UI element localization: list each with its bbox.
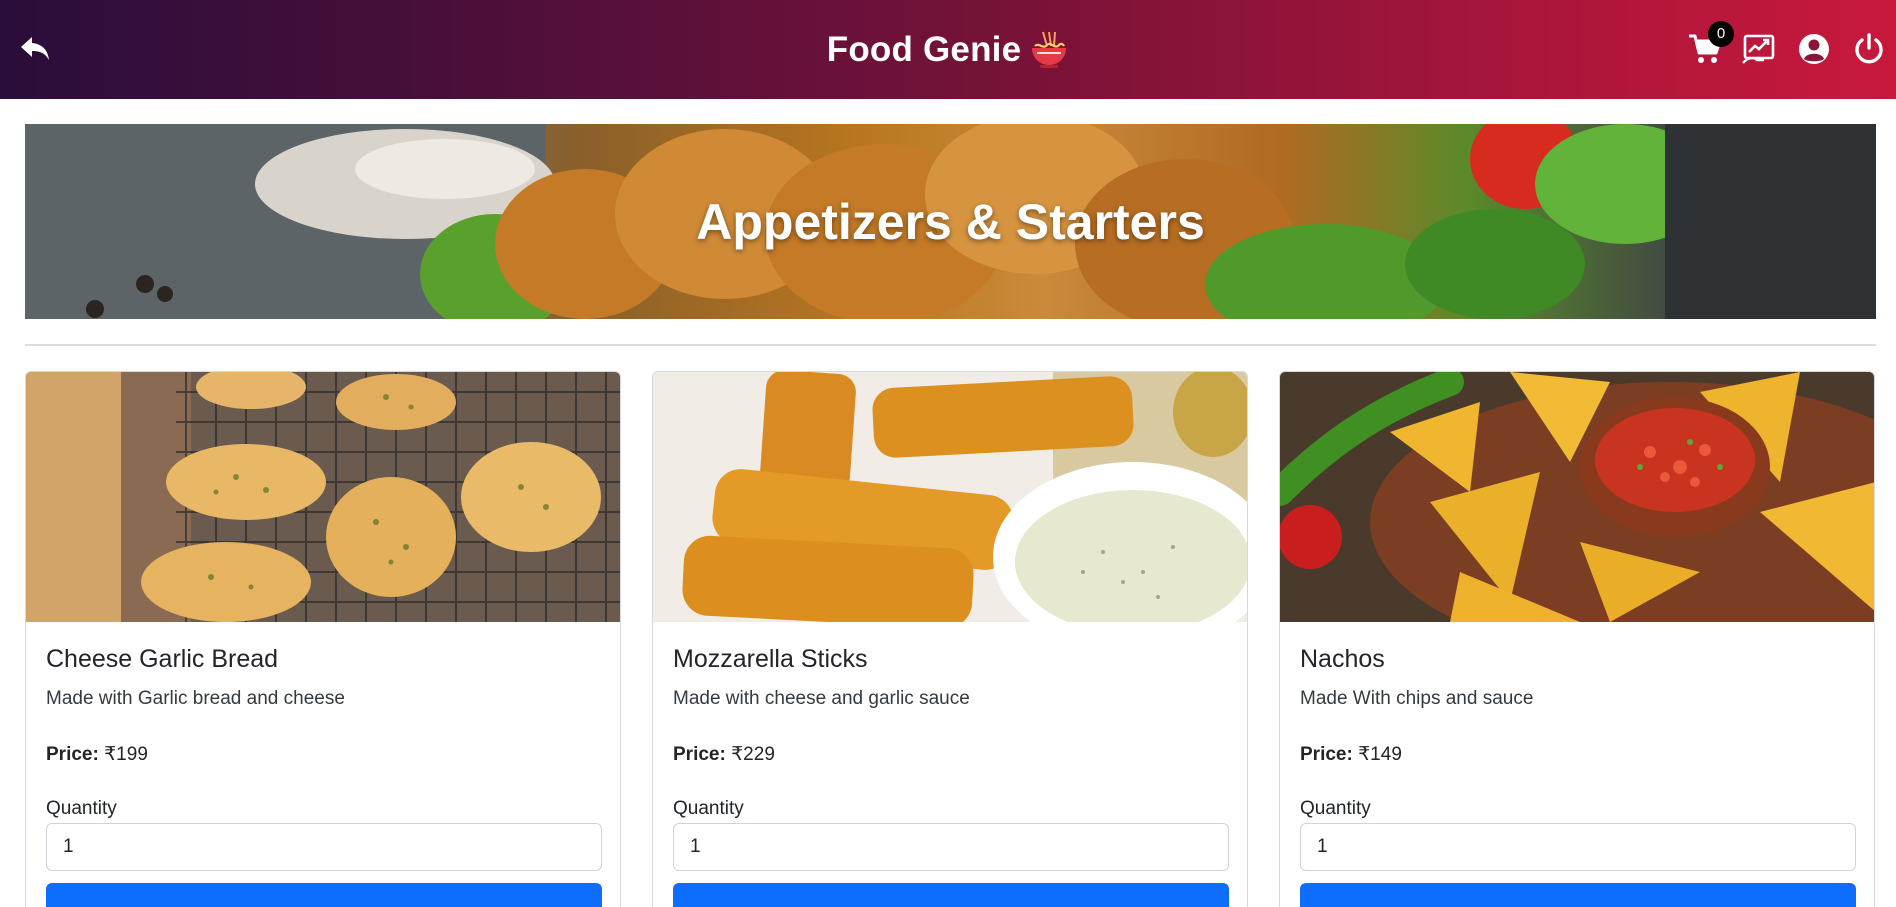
product-image [26,372,620,622]
product-price: Price: ₹229 [673,743,775,766]
product-card: Mozzarella Sticks Made with cheese and g… [652,371,1248,907]
user-circle-icon[interactable] [1795,30,1833,68]
product-description: Made With chips and sauce [1300,688,1534,709]
price-value: ₹199 [104,744,148,765]
reply-arrow-icon[interactable] [16,30,54,68]
product-card: Nachos Made With chips and sauce Price: … [1279,371,1875,907]
quantity-input[interactable] [673,823,1229,871]
quantity-input[interactable] [1300,823,1856,871]
shopping-cart-icon[interactable]: 0 [1686,21,1734,68]
product-image [1280,372,1874,622]
price-value: ₹229 [731,744,775,765]
product-price: Price: ₹199 [46,743,148,766]
top-navbar: Food Genie 0 [0,0,1896,99]
category-banner: Appetizers & Starters [25,124,1876,319]
product-image [653,372,1247,622]
product-card: Cheese Garlic Bread Made with Garlic bre… [25,371,621,907]
add-to-cart-button[interactable] [1300,883,1856,907]
product-name: Cheese Garlic Bread [46,645,279,673]
product-price: Price: ₹149 [1300,743,1402,766]
quantity-label: Quantity [1300,798,1371,819]
product-description: Made with Garlic bread and cheese [46,688,345,709]
price-value: ₹149 [1358,744,1402,765]
quantity-input[interactable] [46,823,602,871]
product-description: Made with cheese and garlic sauce [673,688,970,709]
order-history-icon[interactable] [1740,30,1778,68]
price-label: Price: [46,744,99,765]
power-icon[interactable] [1850,30,1888,68]
price-label: Price: [1300,744,1353,765]
product-name: Nachos [1300,645,1385,673]
add-to-cart-button[interactable] [673,883,1229,907]
brand-link[interactable]: Food Genie [827,30,1070,70]
app-title: Food Genie [826,29,1022,69]
quantity-label: Quantity [673,798,744,819]
quantity-label: Quantity [46,798,117,819]
product-name: Mozzarella Sticks [673,645,868,673]
section-divider [25,344,1876,346]
add-to-cart-button[interactable] [46,883,602,907]
brand: Food Genie [0,0,1896,99]
noodle-bowl-icon [1029,30,1069,70]
category-title: Appetizers & Starters [696,193,1205,250]
price-label: Price: [673,744,726,765]
cart-count-badge: 0 [1708,21,1734,47]
